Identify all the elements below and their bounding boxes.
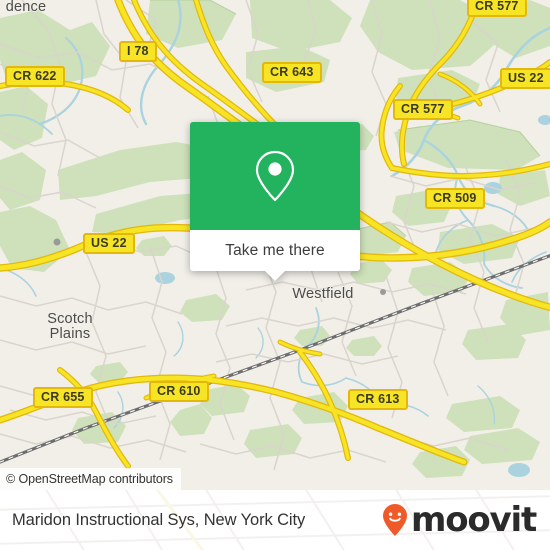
place-label-providence: dence [5, 0, 47, 15]
moovit-wordmark: moovit [410, 500, 537, 540]
place-label-westfield: Westfield [292, 286, 354, 302]
take-me-there-label: Take me there [225, 241, 325, 259]
road-shield[interactable]: CR 509 [425, 188, 485, 209]
osm-attribution[interactable]: © OpenStreetMap contributors [0, 468, 181, 490]
road-shield[interactable]: CR 643 [262, 62, 322, 83]
popup-header [190, 122, 360, 230]
map-screenshot-page: CR 577 I 78 CR 643 CR 622 US 22 CR 577 C… [0, 0, 550, 550]
road-shield[interactable]: CR 577 [393, 99, 453, 120]
road-shield[interactable]: US 22 [500, 68, 550, 89]
road-shield[interactable]: CR 622 [5, 66, 65, 87]
popup-footer[interactable]: Take me there [190, 230, 360, 281]
location-title: Maridon Instructional Sys, New York City [12, 510, 306, 529]
moovit-smiley-pin-icon [382, 504, 407, 536]
footer-bar: Maridon Instructional Sys, New York City… [0, 490, 550, 550]
map-canvas[interactable]: CR 577 I 78 CR 643 CR 622 US 22 CR 577 C… [0, 0, 550, 490]
road-shield[interactable]: CR 613 [348, 389, 408, 410]
moovit-logo[interactable]: moovit [381, 500, 537, 540]
road-shield[interactable]: CR 655 [33, 387, 93, 408]
road-shield[interactable]: I 78 [119, 41, 157, 62]
road-shield[interactable]: CR 577 [467, 0, 527, 17]
road-shield[interactable]: US 22 [83, 233, 135, 254]
location-popup[interactable]: Take me there [190, 122, 360, 281]
popup-pointer [264, 270, 286, 281]
road-shield[interactable]: CR 610 [149, 381, 209, 402]
map-pin-icon [255, 150, 295, 202]
place-label-scotch-plains: Scotch Plains [47, 311, 93, 342]
